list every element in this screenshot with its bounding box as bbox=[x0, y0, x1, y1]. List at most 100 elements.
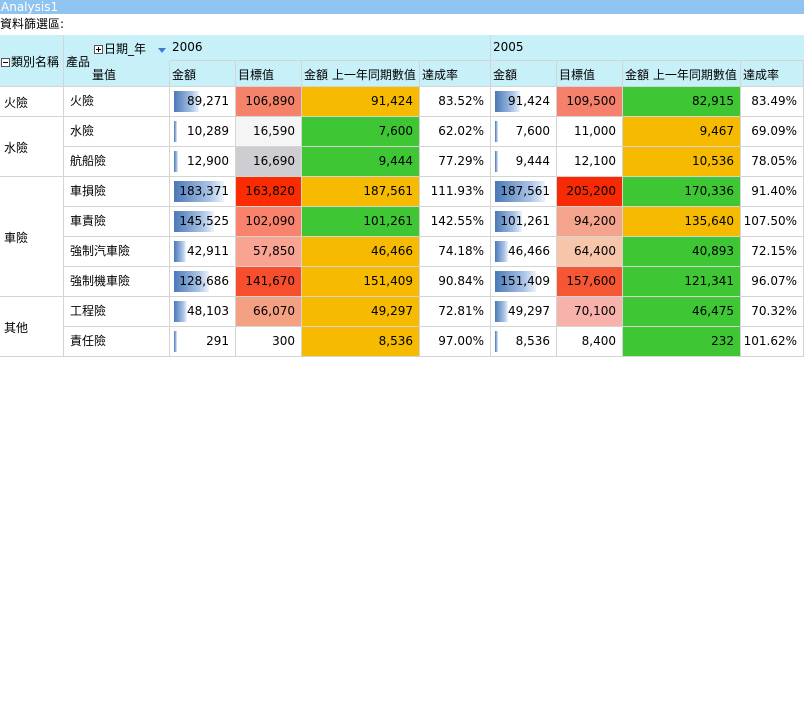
value-cell-目標值[interactable]: 57,850 bbox=[236, 237, 302, 267]
value-cell-目標值[interactable]: 94,200 bbox=[557, 207, 623, 237]
value-cell-目標值[interactable]: 66,070 bbox=[236, 297, 302, 327]
value-cell-金額 上一年同期數值[interactable]: 91,424 bbox=[302, 87, 420, 117]
cell-value: 10,289 bbox=[187, 124, 229, 138]
year-header-2006[interactable]: 2006 bbox=[170, 35, 491, 61]
cell-value: 12,100 bbox=[574, 154, 616, 168]
value-cell-達成率[interactable]: 72.81% bbox=[420, 297, 491, 327]
value-cell-目標值[interactable]: 106,890 bbox=[236, 87, 302, 117]
measure-header-1[interactable]: 目標值 bbox=[557, 61, 623, 87]
value-cell-金額[interactable]: 9,444 bbox=[491, 147, 557, 177]
value-cell-金額 上一年同期數值[interactable]: 10,536 bbox=[623, 147, 741, 177]
value-cell-達成率[interactable]: 96.07% bbox=[741, 267, 804, 297]
value-cell-目標值[interactable]: 163,820 bbox=[236, 177, 302, 207]
value-cell-目標值[interactable]: 16,590 bbox=[236, 117, 302, 147]
value-cell-達成率[interactable]: 107.50% bbox=[741, 207, 804, 237]
value-cell-金額 上一年同期數值[interactable]: 232 bbox=[623, 327, 741, 357]
value-cell-金額 上一年同期數值[interactable]: 49,297 bbox=[302, 297, 420, 327]
value-cell-金額 上一年同期數值[interactable]: 82,915 bbox=[623, 87, 741, 117]
value-cell-金額[interactable]: 145,525 bbox=[170, 207, 236, 237]
value-cell-達成率[interactable]: 69.09% bbox=[741, 117, 804, 147]
product-label: 強制機車險 bbox=[70, 274, 131, 288]
value-cell-目標值[interactable]: 8,400 bbox=[557, 327, 623, 357]
value-cell-金額 上一年同期數值[interactable]: 46,475 bbox=[623, 297, 741, 327]
measure-header-3[interactable]: 達成率 bbox=[741, 61, 804, 87]
value-cell-達成率[interactable]: 83.49% bbox=[741, 87, 804, 117]
value-cell-金額 上一年同期數值[interactable]: 46,466 bbox=[302, 237, 420, 267]
value-cell-金額 上一年同期數值[interactable]: 7,600 bbox=[302, 117, 420, 147]
value-cell-達成率[interactable]: 83.52% bbox=[420, 87, 491, 117]
value-cell-達成率[interactable]: 111.93% bbox=[420, 177, 491, 207]
value-cell-金額 上一年同期數值[interactable]: 151,409 bbox=[302, 267, 420, 297]
value-cell-達成率[interactable]: 101.62% bbox=[741, 327, 804, 357]
value-cell-金額 上一年同期數值[interactable]: 170,336 bbox=[623, 177, 741, 207]
value-cell-金額[interactable]: 91,424 bbox=[491, 87, 557, 117]
value-cell-金額[interactable]: 7,600 bbox=[491, 117, 557, 147]
value-cell-目標值[interactable]: 109,500 bbox=[557, 87, 623, 117]
value-cell-金額[interactable]: 8,536 bbox=[491, 327, 557, 357]
value-cell-目標值[interactable]: 141,670 bbox=[236, 267, 302, 297]
collapse-icon[interactable] bbox=[1, 58, 10, 67]
value-cell-達成率[interactable]: 70.32% bbox=[741, 297, 804, 327]
row-field-category-header[interactable]: 類別名稱 bbox=[0, 35, 64, 87]
value-cell-金額[interactable]: 183,371 bbox=[170, 177, 236, 207]
measure-header-2[interactable]: 金額 上一年同期數值 bbox=[302, 61, 420, 87]
measure-header-2[interactable]: 金額 上一年同期數值 bbox=[623, 61, 741, 87]
value-cell-金額 上一年同期數值[interactable]: 121,341 bbox=[623, 267, 741, 297]
measure-header-1[interactable]: 目標值 bbox=[236, 61, 302, 87]
value-cell-達成率[interactable]: 91.40% bbox=[741, 177, 804, 207]
cell-value: 135,640 bbox=[684, 214, 734, 228]
value-cell-金額 上一年同期數值[interactable]: 9,467 bbox=[623, 117, 741, 147]
value-cell-目標值[interactable]: 157,600 bbox=[557, 267, 623, 297]
cell-value: 151,409 bbox=[500, 274, 550, 288]
value-cell-目標值[interactable]: 70,100 bbox=[557, 297, 623, 327]
expand-icon[interactable] bbox=[94, 45, 103, 54]
value-cell-金額[interactable]: 128,686 bbox=[170, 267, 236, 297]
value-cell-目標值[interactable]: 11,000 bbox=[557, 117, 623, 147]
value-cell-目標值[interactable]: 102,090 bbox=[236, 207, 302, 237]
value-cell-金額 上一年同期數值[interactable]: 135,640 bbox=[623, 207, 741, 237]
value-cell-目標值[interactable]: 205,200 bbox=[557, 177, 623, 207]
value-cell-金額[interactable]: 291 bbox=[170, 327, 236, 357]
column-field-header[interactable]: 日期_年 bbox=[92, 35, 170, 61]
value-cell-目標值[interactable]: 300 bbox=[236, 327, 302, 357]
value-cell-金額 上一年同期數值[interactable]: 187,561 bbox=[302, 177, 420, 207]
value-cell-金額[interactable]: 187,561 bbox=[491, 177, 557, 207]
value-cell-金額 上一年同期數值[interactable]: 101,261 bbox=[302, 207, 420, 237]
value-cell-達成率[interactable]: 78.05% bbox=[741, 147, 804, 177]
value-cell-金額[interactable]: 42,911 bbox=[170, 237, 236, 267]
product-label: 航船險 bbox=[70, 154, 107, 168]
value-cell-目標值[interactable]: 64,400 bbox=[557, 237, 623, 267]
measure-header-0[interactable]: 金額 bbox=[491, 61, 557, 87]
year-header-2005[interactable]: 2005 bbox=[491, 35, 804, 61]
value-cell-達成率[interactable]: 97.00% bbox=[420, 327, 491, 357]
value-cell-金額[interactable]: 101,261 bbox=[491, 207, 557, 237]
value-cell-達成率[interactable]: 62.02% bbox=[420, 117, 491, 147]
value-cell-金額 上一年同期數值[interactable]: 8,536 bbox=[302, 327, 420, 357]
value-cell-金額[interactable]: 49,297 bbox=[491, 297, 557, 327]
value-cell-金額[interactable]: 12,900 bbox=[170, 147, 236, 177]
value-cell-金額[interactable]: 48,103 bbox=[170, 297, 236, 327]
value-cell-目標值[interactable]: 16,690 bbox=[236, 147, 302, 177]
cell-value: 101.62% bbox=[743, 334, 797, 348]
value-cell-金額 上一年同期數值[interactable]: 9,444 bbox=[302, 147, 420, 177]
value-cell-達成率[interactable]: 142.55% bbox=[420, 207, 491, 237]
cell-value: 170,336 bbox=[684, 184, 734, 198]
value-cell-金額 上一年同期數值[interactable]: 40,893 bbox=[623, 237, 741, 267]
value-cell-金額[interactable]: 10,289 bbox=[170, 117, 236, 147]
value-cell-達成率[interactable]: 74.18% bbox=[420, 237, 491, 267]
data-bar bbox=[174, 151, 178, 172]
value-cell-目標值[interactable]: 12,100 bbox=[557, 147, 623, 177]
data-bar bbox=[495, 241, 508, 262]
value-cell-金額[interactable]: 89,271 bbox=[170, 87, 236, 117]
value-cell-達成率[interactable]: 90.84% bbox=[420, 267, 491, 297]
value-cell-金額[interactable]: 151,409 bbox=[491, 267, 557, 297]
dropdown-arrow-icon[interactable] bbox=[158, 48, 166, 53]
value-cell-金額[interactable]: 46,466 bbox=[491, 237, 557, 267]
measure-header-0[interactable]: 金額 bbox=[170, 61, 236, 87]
row-field-product-header[interactable]: 產品 bbox=[64, 35, 92, 87]
value-cell-達成率[interactable]: 77.29% bbox=[420, 147, 491, 177]
product-cell: 責任險 bbox=[64, 327, 170, 357]
value-cell-達成率[interactable]: 72.15% bbox=[741, 237, 804, 267]
data-bar bbox=[174, 121, 177, 142]
measure-header-3[interactable]: 達成率 bbox=[420, 61, 491, 87]
